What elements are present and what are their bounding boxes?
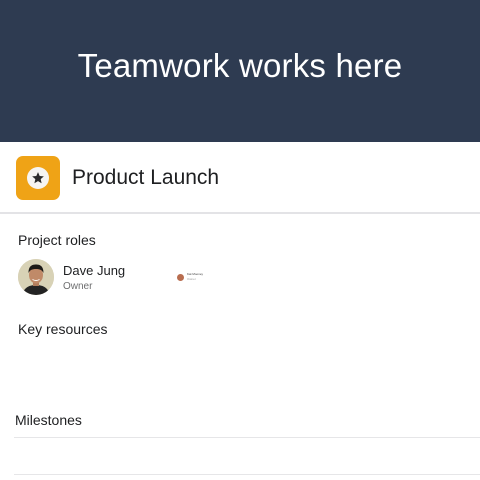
milestones-heading: Milestones <box>15 412 82 428</box>
mini-avatar <box>177 274 184 281</box>
member-name: Dave Jung <box>63 263 126 278</box>
project-icon[interactable] <box>16 156 60 200</box>
hero-banner: Teamwork works here <box>0 0 480 142</box>
divider <box>14 474 480 475</box>
key-resources-heading: Key resources <box>18 321 108 337</box>
divider <box>14 437 480 438</box>
project-overview-page: Teamwork works here Product Launch Proje… <box>0 0 480 480</box>
star-icon <box>27 167 49 189</box>
project-roles-heading: Project roles <box>18 232 96 248</box>
hero-title: Teamwork works here <box>77 47 403 84</box>
mini-member-name: Kat Mooney <box>187 272 204 276</box>
mini-member-role: Owner <box>187 277 196 281</box>
project-title: Product Launch <box>72 166 220 189</box>
avatar[interactable] <box>18 259 54 295</box>
member-role: Owner <box>63 281 93 292</box>
project-header: Product Launch <box>0 142 480 214</box>
